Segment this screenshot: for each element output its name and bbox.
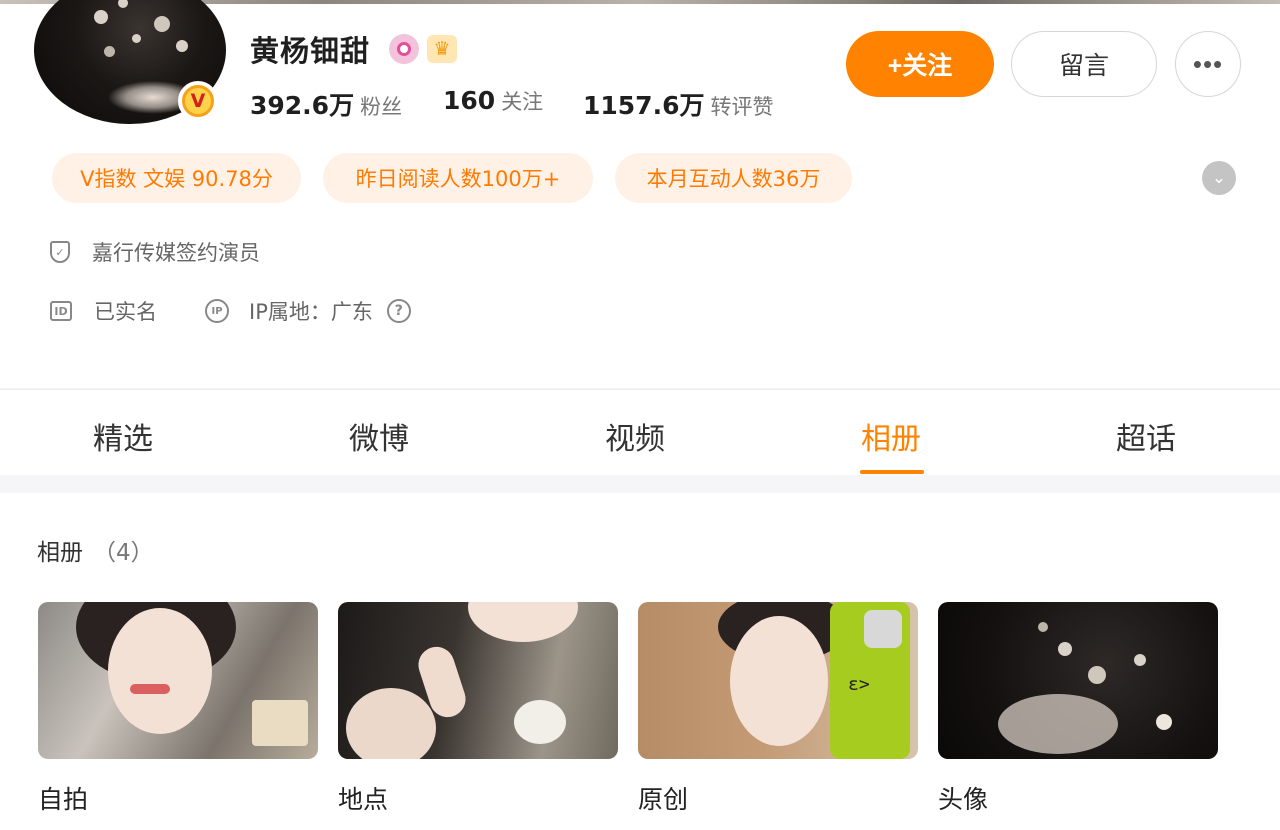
monthly-interaction-pill[interactable]: 本月互动人数36万 [615, 153, 852, 203]
follow-button[interactable]: +关注 [846, 31, 994, 97]
stat-value: 392.6万 [250, 91, 355, 120]
message-button[interactable]: 留言 [1011, 31, 1157, 97]
album-thumbnail-original[interactable]: ε> [638, 602, 918, 759]
verified-badge-label: V [185, 88, 211, 114]
id-card-icon: ID [50, 301, 72, 321]
agency-row: ✓ 嘉行传媒签约演员 [50, 237, 260, 267]
profile-tabs: 精选 微博 视频 相册 超话 [0, 389, 1280, 475]
question-icon[interactable]: ? [386, 299, 411, 323]
album-thumbnail-location[interactable] [338, 602, 618, 759]
verified-badge-icon: V [178, 81, 218, 121]
shield-icon: ✓ [50, 241, 70, 263]
profile-name: 黄杨钿甜 [250, 34, 371, 68]
more-options-button[interactable]: ••• [1175, 31, 1241, 97]
album-thumbnail-avatar[interactable] [938, 602, 1218, 759]
stat-label: 关注 [501, 90, 544, 114]
stat-interactions[interactable]: 1157.6万 转评赞 [583, 86, 773, 122]
stat-following[interactable]: 160 关注 [443, 86, 543, 116]
chevron-down-icon[interactable]: ⌄ [1202, 161, 1236, 195]
tab-album[interactable]: 相册 [861, 414, 921, 458]
album-title-text: 相册 [37, 540, 83, 566]
stat-value: 160 [443, 86, 496, 115]
ip-icon: IP [205, 299, 229, 323]
agency-text: 嘉行传媒签约演员 [92, 241, 260, 265]
tab-super-topic[interactable]: 超话 [1116, 414, 1176, 458]
real-name-text: 已实名 [94, 300, 157, 324]
ip-location-text: IP属地：广东 [249, 300, 373, 324]
active-tab-indicator [860, 470, 924, 474]
v-index-pill[interactable]: V指数 文娱 90.78分 [52, 153, 301, 203]
ip-location-row: IP IP属地：广东 ? [205, 296, 411, 326]
album-label[interactable]: 自拍 [38, 780, 88, 816]
stat-value: 1157.6万 [583, 91, 705, 120]
stat-label: 粉丝 [360, 95, 403, 119]
real-name-row: ID 已实名 [50, 296, 157, 326]
album-label[interactable]: 原创 [638, 780, 688, 816]
album-label[interactable]: 头像 [938, 780, 988, 816]
album-label[interactable]: 地点 [338, 780, 388, 816]
daily-readers-pill[interactable]: 昨日阅读人数100万+ [323, 153, 593, 203]
album-section: 相册 （4） 自拍 地点 ε> 原创 头像 [0, 493, 1280, 830]
tab-featured[interactable]: 精选 [93, 414, 153, 458]
weibo-profile-page: V 黄杨钿甜 ♛ 392.6万 粉丝 160 关注 1157.6万 转评赞 +关… [0, 0, 1280, 830]
album-section-title: 相册 （4） [37, 533, 154, 567]
profile-card: V 黄杨钿甜 ♛ 392.6万 粉丝 160 关注 1157.6万 转评赞 +关… [0, 0, 1280, 388]
tab-video[interactable]: 视频 [605, 414, 665, 458]
stat-label: 转评赞 [710, 95, 774, 119]
album-count: （4） [93, 540, 154, 566]
female-badge-icon [389, 34, 419, 64]
tab-weibo[interactable]: 微博 [349, 414, 409, 458]
album-thumbnail-selfie[interactable] [38, 602, 318, 759]
crown-icon[interactable]: ♛ [427, 35, 457, 63]
stat-followers[interactable]: 392.6万 粉丝 [250, 86, 402, 122]
